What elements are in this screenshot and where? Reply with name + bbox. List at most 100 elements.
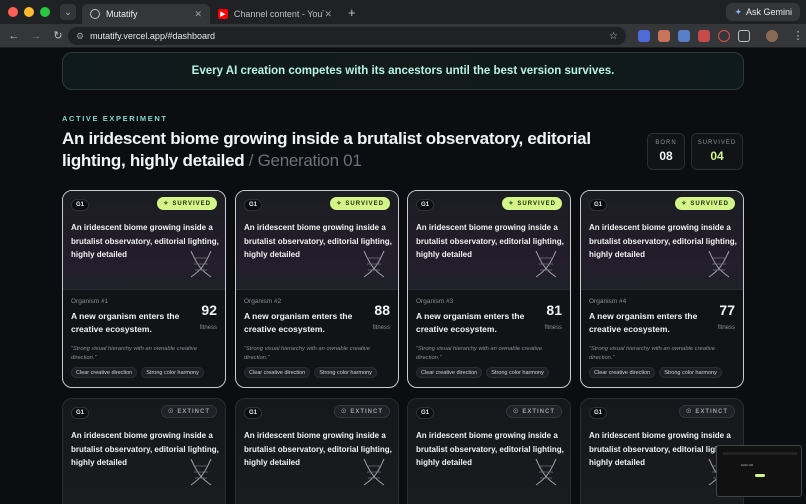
- generation-badge: G1: [244, 199, 262, 211]
- dna-helix-icon: [532, 249, 560, 279]
- status-label: SURVIVED: [690, 200, 729, 207]
- close-tab-icon[interactable]: ✕: [194, 9, 202, 20]
- card-details: Organism #4 77 fitness A new organism enter…: [581, 289, 743, 387]
- fitness-label: fitness: [199, 325, 217, 331]
- stat-value: 04: [710, 149, 724, 163]
- trait-tags: Clear creative direction Strong color har…: [589, 367, 722, 378]
- organism-description: A new organism enters the creative ecosy…: [589, 311, 698, 334]
- new-tab-button[interactable]: +: [348, 5, 356, 20]
- gemini-label: Ask Gemini: [745, 7, 792, 17]
- more-menu-icon[interactable]: ⋮: [790, 29, 806, 42]
- survived-stat: SURVIVED 04: [691, 133, 743, 170]
- forward-button[interactable]: →: [28, 30, 44, 42]
- extinct-badge: ☉ EXTINCT: [160, 405, 217, 418]
- picture-in-picture-preview[interactable]: ▪▪▪▪▪▪ ▪▪▪▪: [716, 445, 802, 497]
- globe-icon: [90, 9, 100, 19]
- close-window-button[interactable]: [8, 7, 18, 17]
- organism-card[interactable]: G1 ✧ SURVIVED An iridescent biome growing i…: [407, 190, 571, 388]
- fitness-label: fitness: [372, 325, 390, 331]
- tab-title: Mutatify: [106, 9, 138, 19]
- dna-helix-icon: [532, 457, 560, 487]
- extension-icon[interactable]: [638, 30, 650, 42]
- extension-icon[interactable]: [678, 30, 690, 42]
- tab-title: Channel content - YouTube S: [233, 9, 325, 19]
- profile-avatar[interactable]: [766, 30, 778, 42]
- dna-helix-icon: [360, 457, 388, 487]
- organism-label: Organism #4: [589, 298, 627, 305]
- extensions-puzzle-icon[interactable]: [738, 30, 750, 42]
- trait-tag: Strong color harmony: [141, 367, 204, 378]
- card-details: Organism #3 81 fitness A new organism enter…: [408, 289, 570, 387]
- skull-icon: ☉: [340, 409, 348, 415]
- tab-search-button[interactable]: ⌄: [60, 4, 76, 20]
- dna-helix-icon: [360, 249, 388, 279]
- born-stat: BORN 08: [647, 133, 685, 170]
- zoom-window-button[interactable]: [40, 7, 50, 17]
- trait-tag: Clear creative direction: [244, 367, 311, 378]
- organism-label: Organism #1: [71, 298, 109, 305]
- fitness-score: 88: [374, 302, 390, 318]
- skull-icon: ☉: [167, 409, 175, 415]
- skull-icon: ☉: [685, 409, 693, 415]
- tab-mutatify[interactable]: Mutatify ✕: [82, 4, 210, 24]
- extension-icon[interactable]: [698, 30, 710, 42]
- close-tab-icon[interactable]: ✕: [324, 9, 332, 20]
- stat-label: BORN: [655, 140, 677, 146]
- site-info-icon[interactable]: ⚙: [76, 31, 84, 42]
- organism-card[interactable]: G1 ✧ SURVIVED An iridescent biome growing i…: [235, 190, 399, 388]
- organism-label: Organism #2: [244, 298, 282, 305]
- address-bar[interactable]: ⚙ mutatify.vercel.app/#dashboard ☆: [68, 27, 626, 45]
- generation-badge: G1: [71, 407, 89, 419]
- chevron-down-icon: ⌄: [64, 6, 72, 17]
- minimize-window-button[interactable]: [24, 7, 34, 17]
- skull-icon: ☉: [512, 409, 520, 415]
- toolbar: ← → ↻ ⚙ mutatify.vercel.app/#dashboard ☆…: [0, 24, 806, 48]
- survived-badge: ✧ SURVIVED: [157, 197, 217, 210]
- status-label: EXTINCT: [695, 408, 728, 415]
- preview-thumbnail-text: ▪▪▪▪▪▪ ▪▪▪▪: [741, 463, 754, 467]
- generation-label: / Generation 01: [248, 151, 362, 170]
- survived-badge: ✧ SURVIVED: [330, 197, 390, 210]
- tab-youtube[interactable]: ▶ Channel content - YouTube S ✕: [210, 4, 340, 24]
- fitness-label: fitness: [717, 325, 735, 331]
- extinct-badge: ☉ EXTINCT: [505, 405, 562, 418]
- preview-bar: [723, 452, 797, 455]
- status-label: SURVIVED: [517, 200, 556, 207]
- extension-icon[interactable]: [718, 30, 730, 42]
- back-button[interactable]: ←: [6, 30, 22, 42]
- organism-label: Organism #3: [416, 298, 454, 305]
- critique-quote: “Strong visual hierarchy with an ownable…: [416, 346, 542, 361]
- reload-button[interactable]: ↻: [50, 29, 66, 42]
- survived-badge: ✧ SURVIVED: [675, 197, 735, 210]
- dna-helix-icon: [705, 249, 733, 279]
- youtube-icon: ▶: [218, 9, 228, 19]
- fitness-score: 92: [201, 302, 217, 318]
- extinct-organism-card[interactable]: G1 ☉ EXTINCT An iridescent biome growing in…: [62, 398, 226, 504]
- extinct-organism-card[interactable]: G1 ☉ EXTINCT An iridescent biome growing in…: [407, 398, 571, 504]
- dashboard: Every AI creation competes with its ance…: [0, 48, 806, 504]
- critique-quote: “Strong visual hierarchy with an ownable…: [244, 346, 370, 361]
- experiment-title: An iridescent biome growing inside a bru…: [62, 128, 632, 172]
- tagline-text: Every AI creation competes with its ance…: [191, 65, 615, 77]
- ask-gemini-button[interactable]: ✦ Ask Gemini: [726, 3, 800, 21]
- trait-tag: Strong color harmony: [659, 367, 722, 378]
- section-eyebrow: ACTIVE EXPERIMENT: [62, 114, 168, 123]
- trait-tag: Clear creative direction: [71, 367, 138, 378]
- url-text: mutatify.vercel.app/#dashboard: [90, 31, 215, 41]
- organism-description: A new organism enters the creative ecosy…: [71, 311, 180, 334]
- trait-tag: Strong color harmony: [486, 367, 549, 378]
- extinct-badge: ☉ EXTINCT: [333, 405, 390, 418]
- tagline-banner: Every AI creation competes with its ance…: [62, 52, 744, 90]
- fitness-score: 81: [546, 302, 562, 318]
- bookmark-star-icon[interactable]: ☆: [609, 31, 618, 42]
- organism-card[interactable]: G1 ✧ SURVIVED An iridescent biome growing i…: [580, 190, 744, 388]
- generation-badge: G1: [589, 407, 607, 419]
- generation-badge: G1: [589, 199, 607, 211]
- organism-description: A new organism enters the creative ecosy…: [416, 311, 525, 334]
- trait-tag: Strong color harmony: [314, 367, 377, 378]
- sparkle-icon: ✧: [681, 201, 688, 207]
- organism-card[interactable]: G1 ✧ SURVIVED An iridescent biome growing i…: [62, 190, 226, 388]
- extension-icon[interactable]: [658, 30, 670, 42]
- trait-tag: Clear creative direction: [416, 367, 483, 378]
- extinct-organism-card[interactable]: G1 ☉ EXTINCT An iridescent biome growing in…: [235, 398, 399, 504]
